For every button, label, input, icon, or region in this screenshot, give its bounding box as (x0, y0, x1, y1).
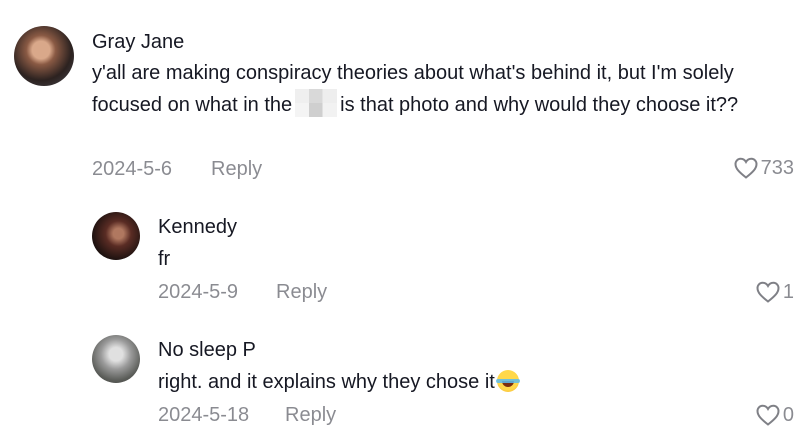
comment-date: 2024-5-18 (158, 404, 250, 426)
avatar-no-sleep-p[interactable] (92, 335, 140, 383)
like-button[interactable]: 0 (755, 403, 794, 427)
comment-text-part: right. and it explains why they chose it (158, 371, 495, 393)
like-count: 1 (782, 280, 794, 303)
reply-button[interactable]: Reply (285, 404, 336, 427)
avatar-gray-jane[interactable] (14, 26, 74, 86)
comment-author[interactable]: Kennedy (158, 216, 237, 239)
like-count: 0 (782, 403, 794, 426)
comment-text: right. and it explains why they chose it (158, 367, 520, 398)
comment-date: 2024-5-6 (92, 158, 173, 180)
comment-date: 2024-5-9 (158, 281, 239, 303)
heart-outline-icon (756, 404, 780, 426)
comment-text-part: is that photo and why would they choose … (340, 94, 739, 116)
comment-author[interactable]: No sleep P (158, 339, 256, 362)
comment-text: fr (158, 248, 171, 270)
avatar-kennedy[interactable] (92, 212, 140, 260)
reply-button[interactable]: Reply (211, 158, 262, 181)
heart-outline-icon (734, 157, 758, 179)
comment-author[interactable]: Gray Jane (92, 31, 184, 54)
like-button[interactable]: 1 (755, 280, 794, 304)
reply-button[interactable]: Reply (276, 281, 327, 304)
heart-outline-icon (756, 281, 780, 303)
comment-text: y'all are making conspiracy theories abo… (92, 58, 772, 121)
like-count: 733 (760, 156, 794, 179)
like-button[interactable]: 733 (733, 156, 794, 180)
laughing-tears-emoji-icon (495, 370, 520, 392)
censored-word-block (295, 89, 338, 117)
